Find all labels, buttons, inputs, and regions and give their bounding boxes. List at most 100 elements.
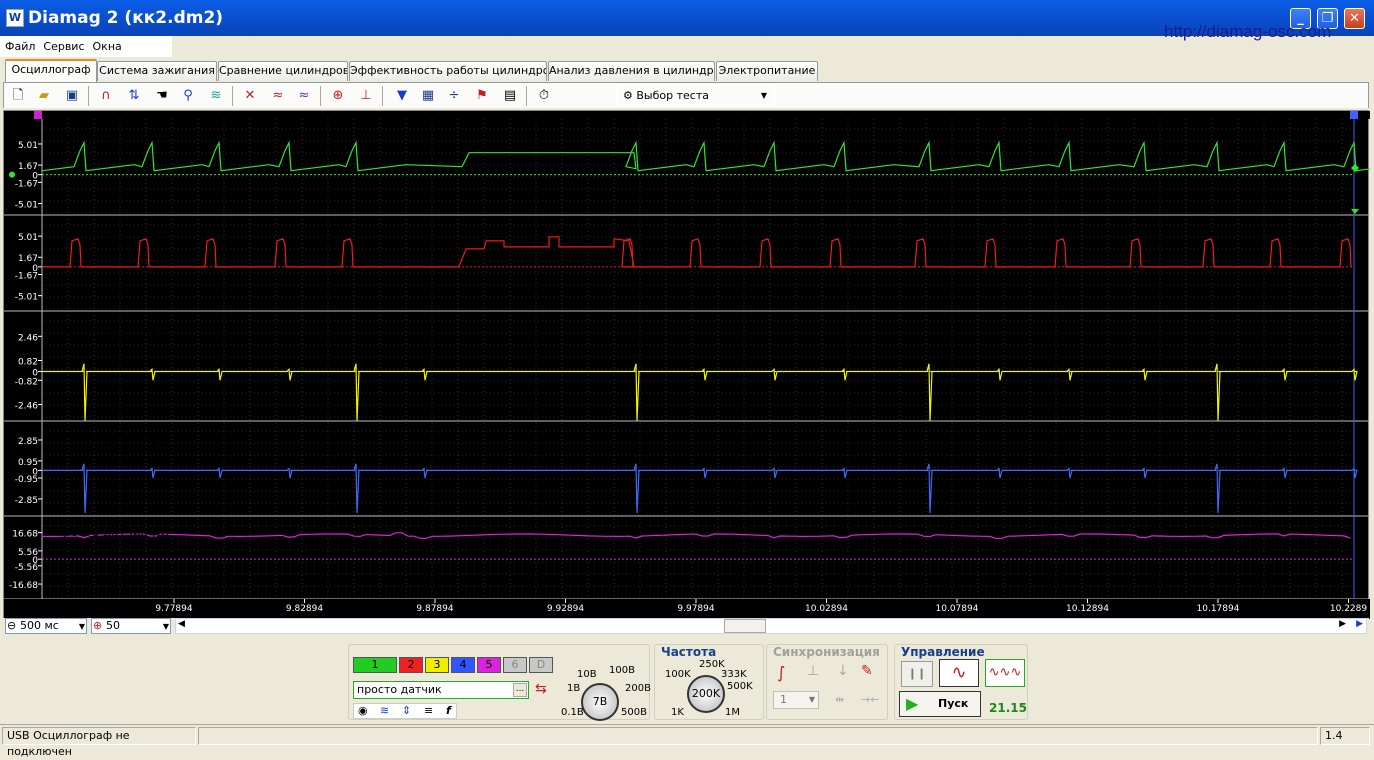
lines-icon[interactable]: ≡ bbox=[424, 704, 433, 717]
time-tick-label: 9.77894 bbox=[155, 604, 192, 614]
timebase-select[interactable]: ⊖ 500 мс ▼ bbox=[5, 618, 87, 634]
zero-level-icon[interactable]: ⊥ bbox=[356, 86, 376, 106]
visibility-icon[interactable]: ◉ bbox=[358, 704, 368, 717]
horizontal-scrollbar[interactable]: ◀ ▶ ▶ bbox=[175, 618, 1367, 634]
plot-1-waveform bbox=[41, 140, 1370, 172]
cursor-measure-icon[interactable]: ⇅ bbox=[124, 86, 144, 106]
control-value: 21.15 bbox=[989, 701, 1027, 715]
plot-3-tick-label: -0.82 bbox=[15, 377, 38, 387]
plot-2-tick-label: -1.67 bbox=[15, 272, 38, 282]
pause-button[interactable]: ❙❙ bbox=[901, 661, 933, 687]
falling-trigger-icon[interactable]: ↓ bbox=[837, 663, 849, 679]
plot-1-tick-label: -5.01 bbox=[15, 200, 38, 210]
sensor-swap-icon[interactable]: ⇆ bbox=[535, 681, 547, 697]
chevron-down-icon: ▼ bbox=[162, 622, 169, 631]
auto-timer-icon[interactable]: ⏱ bbox=[534, 86, 554, 106]
chevron-down-icon: ▼ bbox=[760, 91, 767, 100]
sync-channel-value: 1 bbox=[780, 693, 787, 706]
connection-status: USB Осциллограф не подключен bbox=[2, 727, 196, 758]
channel-button-D[interactable]: D bbox=[529, 657, 553, 673]
test-select[interactable]: ⚙ Выбор теста ▼ bbox=[616, 85, 774, 106]
zoom-out-icon[interactable]: ⊖ bbox=[7, 619, 16, 633]
plot-3-tick-label: 0.82 bbox=[18, 358, 38, 368]
start-button[interactable]: ▶ Пуск bbox=[899, 691, 981, 717]
rising-trigger-icon[interactable]: ⊥ bbox=[807, 663, 819, 679]
time-tick-label: 10.02894 bbox=[805, 604, 848, 614]
plot-2-tick-label: -5.01 bbox=[15, 293, 38, 303]
sync-level-icon[interactable]: ⇹ bbox=[835, 693, 844, 706]
tab-cylinder-efficiency[interactable]: Эффективность работы цилиндров bbox=[349, 61, 547, 81]
sync-group: Синхронизация ∫ ⊥ ↓ ✎ 1 ▼ ⇹ →← bbox=[766, 644, 888, 720]
oscilloscope-view[interactable]: 5.01 1.67 0 -1.67 -5.01 5.01 1.67 0 -1.67 -5.01 2.… bbox=[3, 110, 1370, 619]
sync-merge-icon[interactable]: →← bbox=[861, 693, 879, 706]
hand-pan-icon[interactable]: ☚ bbox=[152, 86, 172, 106]
scroll-right-icon[interactable]: ▶ bbox=[1339, 619, 1346, 629]
volt-label-500: 500В bbox=[621, 707, 647, 718]
new-file-icon[interactable]: 🗋 bbox=[8, 86, 28, 106]
vertical-shift-icon[interactable]: ⇕ bbox=[402, 704, 411, 717]
status-spacer bbox=[198, 727, 1318, 745]
channel-button-4[interactable]: 4 bbox=[451, 657, 475, 673]
scroll-left-icon[interactable]: ◀ bbox=[178, 619, 185, 629]
control-panel: 123456D просто датчик ... ⇆ ◉ ≋ ⇕ ≡ f 7В… bbox=[0, 634, 1374, 724]
menu-service[interactable]: Сервис bbox=[38, 36, 87, 53]
single-wave-button[interactable]: ∿ bbox=[939, 659, 979, 687]
channel-button-3[interactable]: 3 bbox=[425, 657, 449, 673]
menu-windows[interactable]: Окна bbox=[88, 36, 125, 53]
notes-icon[interactable]: ▤ bbox=[500, 86, 520, 106]
frequency-title: Частота bbox=[661, 645, 717, 659]
scroll-thumb[interactable] bbox=[724, 619, 766, 633]
plot-4-tick-label: -2.85 bbox=[15, 496, 38, 506]
loop-icon[interactable]: ∩ bbox=[96, 86, 116, 106]
tab-pressure-analysis[interactable]: Анализ давления в цилиндре bbox=[548, 61, 715, 81]
sensor-name-field[interactable]: просто датчик ... bbox=[353, 681, 529, 699]
plot-4-tick-label: -0.95 bbox=[15, 475, 38, 485]
plot-3-label: 3 просто датчик (В) bbox=[44, 321, 170, 335]
save-icon[interactable]: ▣ bbox=[62, 86, 82, 106]
function-icon[interactable]: f bbox=[446, 704, 451, 717]
multi-wave-button[interactable]: ∿∿∿ bbox=[985, 659, 1025, 687]
open-folder-icon[interactable]: ▰ bbox=[34, 86, 54, 106]
zoom-icon[interactable]: ⚲ bbox=[178, 86, 198, 106]
volt-label-200: 200В bbox=[625, 683, 651, 694]
channel-button-6[interactable]: 6 bbox=[503, 657, 527, 673]
trigger-pick-icon[interactable]: ✎ bbox=[861, 663, 873, 679]
channel-button-1[interactable]: 1 bbox=[353, 657, 397, 673]
tab-ignition[interactable]: Система зажигания bbox=[97, 61, 217, 81]
plot-1-tick-label: 1.67 bbox=[18, 162, 38, 172]
control-group: Управление ❙❙ ∿ ∿∿∿ ▶ Пуск 21.15 bbox=[894, 644, 1028, 720]
play-scroll-icon[interactable]: ▶ bbox=[1356, 619, 1363, 629]
rising-edge-icon[interactable]: ∫ bbox=[777, 663, 785, 682]
sensor-name-value: просто датчик bbox=[357, 683, 442, 696]
app-icon[interactable]: W bbox=[6, 9, 24, 27]
waveform-split-icon[interactable]: ✕ bbox=[240, 86, 260, 106]
tab-power-supply[interactable]: Электропитание bbox=[716, 61, 818, 81]
flag-icon[interactable]: ⚑ bbox=[472, 86, 492, 106]
filter-icon[interactable]: ▼ bbox=[392, 86, 412, 106]
frequency-knob[interactable]: 200K bbox=[687, 675, 725, 713]
layers-icon[interactable]: ≋ bbox=[206, 86, 226, 106]
sensor-more-button[interactable]: ... bbox=[513, 683, 527, 697]
waveform-overlay-icon[interactable]: ≈ bbox=[268, 86, 288, 106]
zoom-in-icon[interactable]: ⊕ bbox=[93, 619, 102, 633]
play-icon: ▶ bbox=[906, 694, 919, 713]
cursor-marker-right bbox=[1350, 111, 1358, 119]
invert-icon[interactable]: ≋ bbox=[380, 704, 389, 717]
table-icon[interactable]: ▦ bbox=[418, 86, 438, 106]
freq-label-1m: 1M bbox=[725, 707, 740, 718]
close-button[interactable]: ✕ bbox=[1344, 8, 1365, 29]
menu-file[interactable]: Файл bbox=[0, 36, 38, 53]
freq-label-333k: 333K bbox=[721, 669, 747, 680]
time-tick-label: 10.17894 bbox=[1197, 604, 1240, 614]
scale-select[interactable]: ⊕ 50 ▼ bbox=[91, 618, 171, 634]
sync-channel-select[interactable]: 1 ▼ bbox=[773, 691, 819, 709]
waveform-stack-icon[interactable]: ≈ bbox=[294, 86, 314, 106]
channel-button-2[interactable]: 2 bbox=[399, 657, 423, 673]
tab-oscilloscope[interactable]: Осциллограф bbox=[5, 59, 97, 82]
split-icon[interactable]: ÷ bbox=[444, 86, 464, 106]
tab-cylinder-compare[interactable]: Сравнение цилиндров bbox=[218, 61, 348, 81]
channel-button-5[interactable]: 5 bbox=[477, 657, 501, 673]
auto-scale-icon[interactable]: ⊕ bbox=[328, 86, 348, 106]
volt-knob[interactable]: 7В bbox=[581, 683, 619, 721]
plot-1-tick-label: 5.01 bbox=[18, 141, 38, 151]
